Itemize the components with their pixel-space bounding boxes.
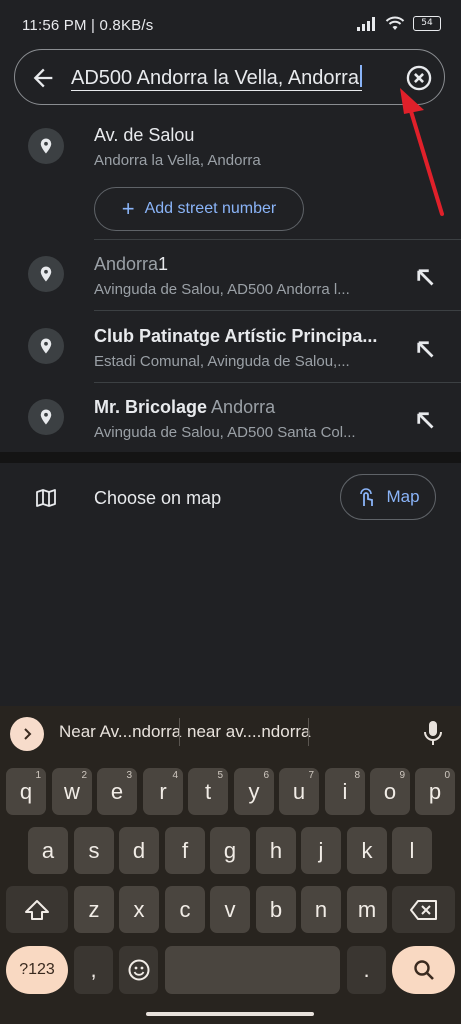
key-c[interactable]: c [165, 886, 205, 933]
result-subtitle: Andorra la Vella, Andorra [94, 152, 261, 169]
map-button[interactable]: Map [340, 474, 436, 520]
add-street-number-button[interactable]: + Add street number [94, 187, 304, 231]
key-b[interactable]: b [256, 886, 296, 933]
map-icon [36, 489, 56, 507]
key-d[interactable]: d [119, 827, 159, 874]
result-subtitle: Avinguda de Salou, AD500 Santa Col... [94, 424, 356, 441]
result-title[interactable]: Club Patinatge Artístic Principa... [94, 326, 377, 347]
key-g[interactable]: g [210, 827, 250, 874]
back-arrow-icon[interactable] [29, 64, 57, 92]
signal-icon [357, 16, 375, 31]
key-s[interactable]: s [74, 827, 114, 874]
space-key[interactable] [165, 946, 340, 994]
plus-icon: + [121, 196, 135, 221]
status-time: 11:56 PM | 0.8KB/s [22, 17, 154, 34]
touch-icon [360, 488, 374, 506]
key-m[interactable]: m [347, 886, 387, 933]
result-title[interactable]: Andorra1 [94, 254, 168, 275]
key-h[interactable]: h [256, 827, 296, 874]
battery-icon: 54 [413, 16, 441, 31]
key-z[interactable]: z [74, 886, 114, 933]
key-l[interactable]: l [392, 827, 432, 874]
emoji-icon [128, 959, 149, 981]
fill-query-arrow-icon[interactable] [410, 405, 440, 435]
key-i[interactable]: i8 [325, 768, 365, 815]
search-key[interactable] [392, 946, 455, 994]
suggestion-1[interactable]: Near Av...ndorra [59, 722, 181, 742]
section-separator [0, 452, 461, 463]
comma-key[interactable]: , [74, 946, 113, 994]
key-t[interactable]: t5 [188, 768, 228, 815]
search-icon [413, 960, 434, 980]
backspace-key[interactable] [392, 886, 455, 933]
microphone-icon[interactable] [422, 719, 444, 747]
key-o[interactable]: o9 [370, 768, 410, 815]
location-pin-icon [28, 328, 64, 364]
suggestion-divider [308, 718, 309, 746]
home-indicator[interactable] [146, 1012, 314, 1016]
backspace-icon [409, 899, 437, 920]
key-f[interactable]: f [165, 827, 205, 874]
add-street-label: Add street number [144, 200, 277, 217]
key-j[interactable]: j [301, 827, 341, 874]
divider [94, 239, 461, 240]
suggestion-bar: Near Av...ndorra near av....ndorra [0, 706, 461, 758]
text-cursor [359, 65, 362, 87]
emoji-key[interactable] [119, 946, 158, 994]
key-a[interactable]: a [28, 827, 68, 874]
key-p[interactable]: p0 [415, 768, 455, 815]
shift-key[interactable] [6, 886, 68, 933]
fill-query-arrow-icon[interactable] [410, 334, 440, 364]
status-icons: 54 [357, 16, 441, 31]
key-w[interactable]: w2 [52, 768, 92, 815]
key-y[interactable]: y6 [234, 768, 274, 815]
result-subtitle: Estadi Comunal, Avinguda de Salou,... [94, 353, 350, 370]
location-pin-icon [28, 399, 64, 435]
expand-chevron-icon[interactable] [10, 717, 44, 751]
key-k[interactable]: k [347, 827, 387, 874]
location-pin-icon [28, 128, 64, 164]
symbols-key[interactable]: ?123 [6, 946, 68, 994]
location-pin-icon [28, 256, 64, 292]
key-v[interactable]: v [210, 886, 250, 933]
fill-query-arrow-icon[interactable] [410, 262, 440, 292]
wifi-icon [385, 16, 405, 30]
period-key[interactable]: . [347, 946, 386, 994]
result-title[interactable]: Av. de Salou [94, 125, 194, 146]
key-u[interactable]: u7 [279, 768, 319, 815]
key-x[interactable]: x [119, 886, 159, 933]
shift-icon [25, 899, 49, 920]
result-subtitle: Avinguda de Salou, AD500 Andorra l... [94, 281, 350, 298]
key-n[interactable]: n [301, 886, 341, 933]
map-button-label: Map [386, 487, 420, 506]
divider [94, 382, 461, 383]
suggestion-2[interactable]: near av....ndorra [187, 722, 310, 742]
annotation-arrow [400, 88, 444, 216]
key-q[interactable]: q1 [6, 768, 46, 815]
result-title[interactable]: Mr. Bricolage Andorra [94, 397, 275, 418]
status-bar: 11:56 PM | 0.8KB/s 54 [0, 0, 461, 48]
choose-on-map-label[interactable]: Choose on map [94, 488, 221, 509]
divider [94, 310, 461, 311]
key-r[interactable]: r4 [143, 768, 183, 815]
search-input[interactable]: AD500 Andorra la Vella, Andorra [71, 65, 362, 91]
key-e[interactable]: e3 [97, 768, 137, 815]
search-query: AD500 Andorra la Vella, Andorra [71, 67, 359, 89]
keyboard: Near Av...ndorra near av....ndorra q1 w2… [0, 706, 461, 1024]
suggestion-divider [179, 718, 180, 746]
